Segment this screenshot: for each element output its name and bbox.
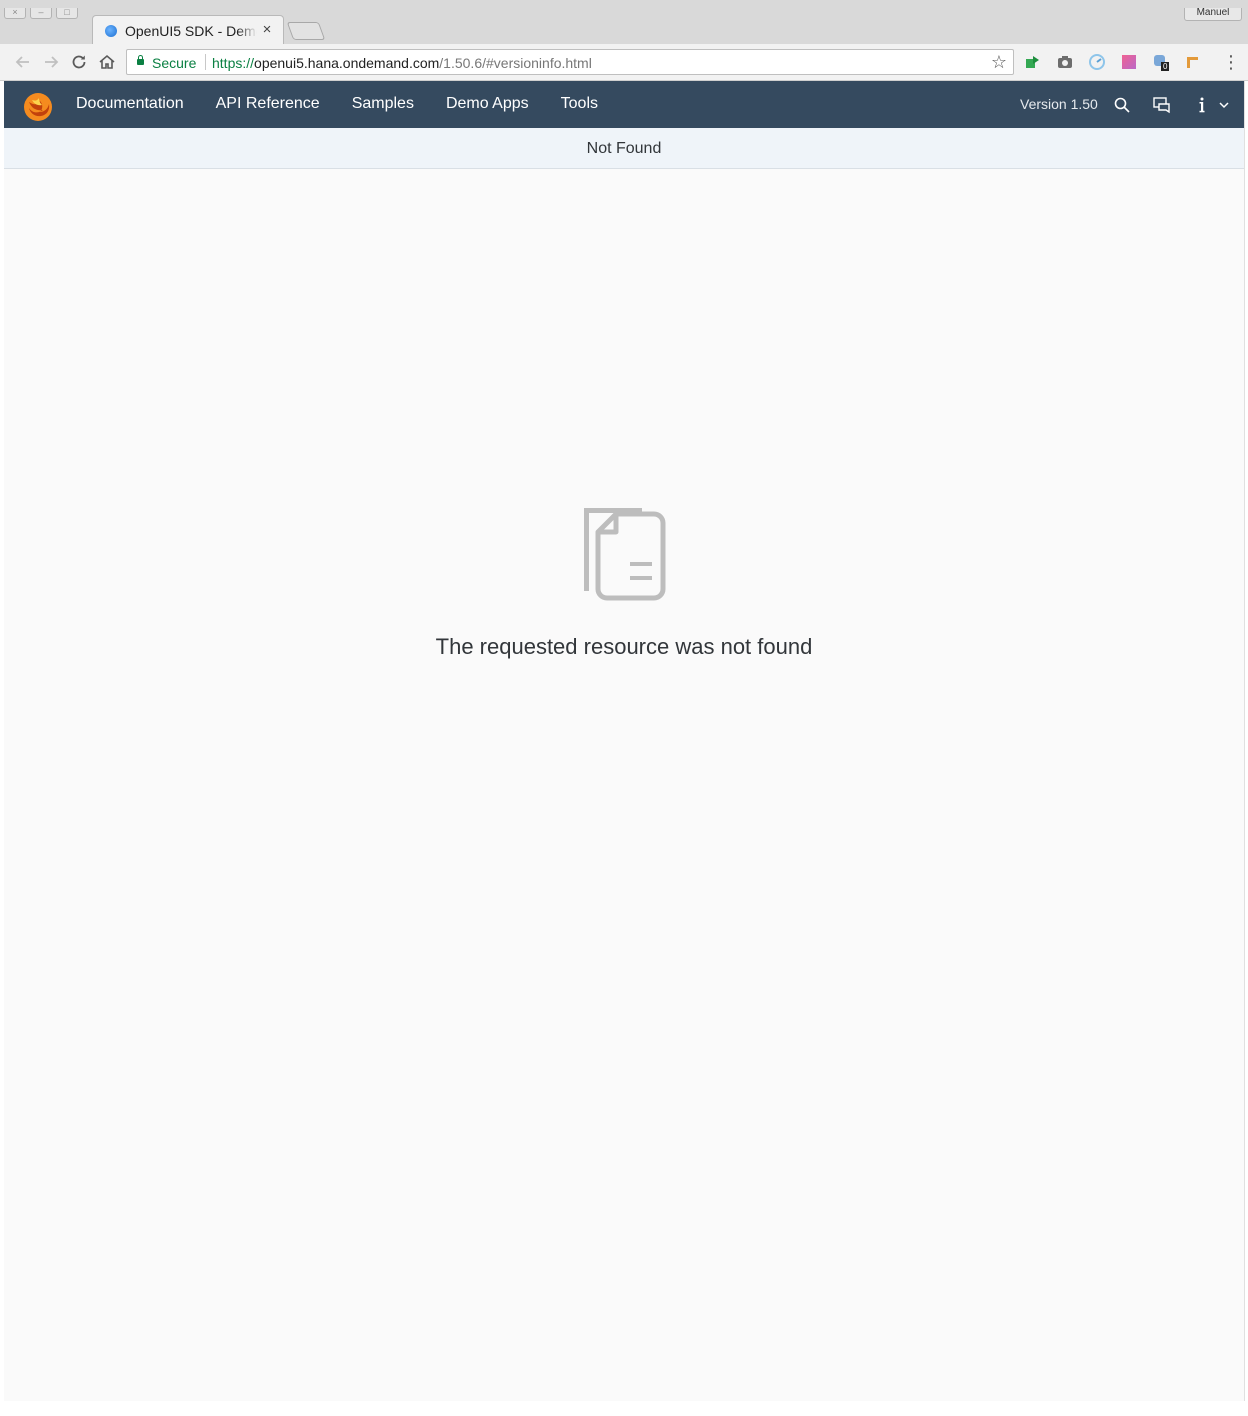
search-icon[interactable] xyxy=(1110,93,1134,117)
url-host: openui5.hana.ondemand.com xyxy=(254,55,440,71)
window-minimize-button[interactable]: – xyxy=(30,8,52,19)
url-scheme: https:// xyxy=(212,55,255,71)
window-close-button[interactable]: × xyxy=(4,8,26,19)
bookmark-star-icon[interactable]: ☆ xyxy=(991,52,1007,73)
tab-close-icon[interactable]: × xyxy=(259,21,275,39)
nav-tools[interactable]: Tools xyxy=(561,81,614,128)
color-picker-icon[interactable] xyxy=(1120,53,1138,71)
speed-dial-icon[interactable] xyxy=(1088,53,1106,71)
home-icon[interactable] xyxy=(97,52,117,72)
lock-icon xyxy=(137,55,144,65)
secure-label: Secure xyxy=(152,55,197,71)
new-tab-button[interactable] xyxy=(286,22,326,40)
shell-bar: Documentation API Reference Samples Demo… xyxy=(4,81,1244,128)
version-label[interactable]: Version 1.50 xyxy=(1020,96,1098,112)
profile-button[interactable]: Manuel xyxy=(1184,8,1242,21)
back-arrow-icon[interactable] xyxy=(13,52,33,72)
extension-counter-icon[interactable]: 0 xyxy=(1152,53,1170,71)
page-content: Documentation API Reference Samples Demo… xyxy=(4,81,1245,1401)
window-maximize-button[interactable]: □ xyxy=(56,8,78,19)
nav-demo-apps[interactable]: Demo Apps xyxy=(446,81,545,128)
page-title: Not Found xyxy=(586,140,662,157)
url-text[interactable]: https://openui5.hana.ondemand.com/1.50.6… xyxy=(212,55,592,71)
openui5-favicon-icon xyxy=(105,25,117,37)
tab-title: OpenUI5 SDK - Demo Kit xyxy=(125,23,257,39)
browser-toolbar: Secure https://openui5.hana.ondemand.com… xyxy=(0,44,1248,81)
nav-documentation[interactable]: Documentation xyxy=(76,81,200,128)
document-not-found-icon xyxy=(584,508,666,601)
address-divider xyxy=(205,54,206,70)
browser-menu-icon[interactable]: ⋮ xyxy=(1222,52,1240,72)
nav-api-reference[interactable]: API Reference xyxy=(216,81,336,128)
extension-orange-icon[interactable] xyxy=(1184,53,1202,71)
info-icon[interactable] xyxy=(1190,93,1214,117)
feedback-icon[interactable] xyxy=(1150,93,1174,117)
extension-badge: 0 xyxy=(1161,62,1170,71)
url-path: /1.50.6/#versioninfo.html xyxy=(439,55,592,71)
page-header: Not Found xyxy=(4,128,1244,169)
nav-samples[interactable]: Samples xyxy=(352,81,430,128)
browser-tabstrip: × – □ Manuel OpenUI5 SDK - Demo Kit × xyxy=(0,0,1248,46)
extension-green-icon[interactable] xyxy=(1024,53,1042,71)
shell-nav: Documentation API Reference Samples Demo… xyxy=(76,81,630,128)
chevron-down-icon[interactable] xyxy=(1212,93,1236,117)
browser-tab[interactable]: OpenUI5 SDK - Demo Kit × xyxy=(92,15,284,46)
openui5-logo-icon[interactable] xyxy=(22,90,54,122)
address-bar[interactable]: Secure https://openui5.hana.ondemand.com… xyxy=(126,49,1014,75)
camera-icon[interactable] xyxy=(1056,53,1074,71)
reload-icon[interactable] xyxy=(69,52,89,72)
not-found-message: The requested resource was not found xyxy=(435,634,813,659)
forward-arrow-icon[interactable] xyxy=(41,52,61,72)
